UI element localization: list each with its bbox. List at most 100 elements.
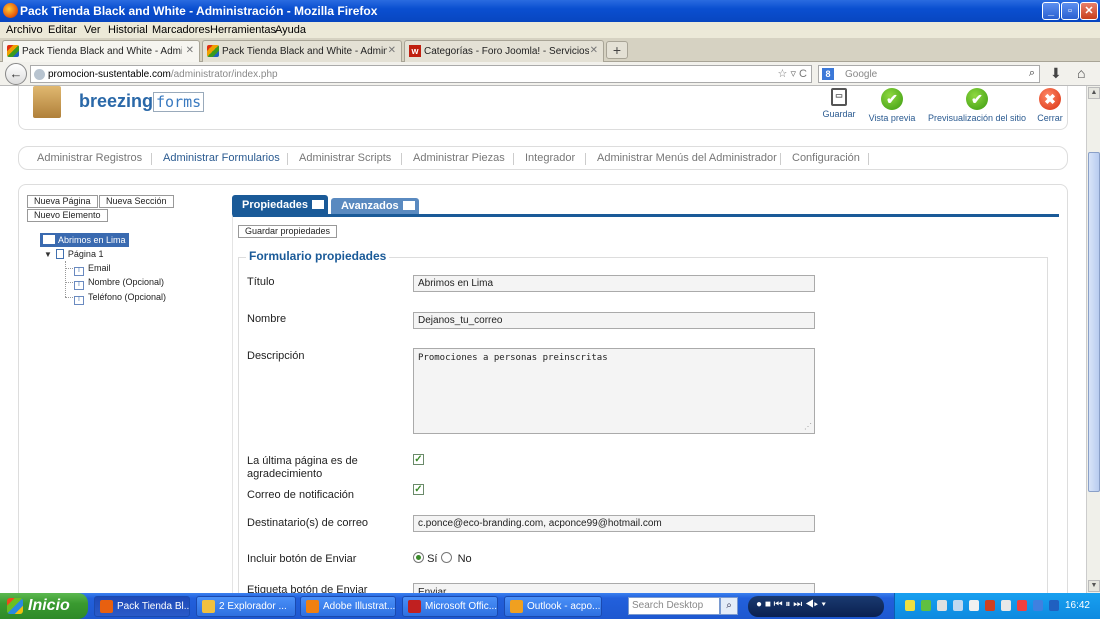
maximize-button[interactable]: ▫ <box>1061 2 1079 20</box>
nombre-label: Nombre <box>247 313 287 325</box>
tree-field-nombre[interactable]: I Nombre (Opcional) <box>74 277 164 290</box>
menu-editar[interactable]: Editar <box>48 24 77 36</box>
search-icon[interactable]: ⌕ <box>720 597 738 615</box>
close-tab-icon[interactable]: ✕ <box>590 45 598 56</box>
minimize-button[interactable]: _ <box>1042 2 1060 20</box>
tree-field-email[interactable]: I Email <box>74 263 111 276</box>
tree-root-form[interactable]: Abrimos en Lima <box>40 233 129 247</box>
menu-ver[interactable]: Ver <box>84 24 101 36</box>
media-controls-text[interactable]: ● ■ ⏮ ⏸ ⏭ ◀▸ ▾ <box>756 599 826 610</box>
media-player-controls[interactable]: ● ■ ⏮ ⏸ ⏭ ◀▸ ▾ <box>748 596 884 617</box>
tray-icon[interactable] <box>985 600 995 611</box>
destinatarios-input[interactable]: c.ponce@eco-branding.com, acponce99@hotm… <box>413 515 815 532</box>
titulo-input[interactable]: Abrimos en Lima <box>413 275 815 292</box>
system-tray: 16:42 <box>894 593 1100 619</box>
resize-grip-icon[interactable]: ⋰ <box>804 422 812 431</box>
save-icon: ▭ <box>831 88 847 106</box>
correo-notificacion-checkbox[interactable]: ✓ <box>413 484 424 495</box>
site-identity-icon[interactable] <box>34 69 45 80</box>
preview-button[interactable]: ✔ Vista previa <box>865 88 919 123</box>
close-button[interactable]: ✖ Cerrar <box>1033 88 1067 123</box>
browser-tab-3[interactable]: w Categorías - Foro Joomla! - Servicios … <box>404 40 604 62</box>
browser-tab-2[interactable]: Pack Tienda Black and White - Administra… <box>202 40 402 62</box>
menu-administrar-menus[interactable]: Administrar Menús del Administrador <box>597 152 777 164</box>
tray-icon[interactable] <box>969 600 979 611</box>
etiqueta-enviar-input[interactable]: Enviar <box>413 583 815 593</box>
menu-administrar-registros[interactable]: Administrar Registros <box>37 152 142 164</box>
new-element-button[interactable]: Nuevo Elemento <box>27 209 108 222</box>
search-engine-icon[interactable]: 8 <box>822 68 834 80</box>
expand-icon[interactable]: ▼ <box>44 250 52 259</box>
start-button[interactable]: Inicio <box>0 593 88 619</box>
window-title-bar: Pack Tienda Black and White - Administra… <box>0 0 1100 22</box>
menu-administrar-formularios[interactable]: Administrar Formularios <box>163 152 280 164</box>
menu-herramientas[interactable]: Herramientas <box>210 24 276 36</box>
taskbar-item-explorer[interactable]: 2 Explorador ... <box>196 596 296 617</box>
close-window-button[interactable]: ✕ <box>1080 2 1098 20</box>
menu-ayuda[interactable]: Ayuda <box>275 24 306 36</box>
search-icon[interactable]: ⌕ <box>1029 67 1035 80</box>
site-preview-label: Previsualización del sitio <box>927 113 1027 123</box>
desktop-search-input[interactable]: Search Desktop <box>628 597 720 615</box>
browser-tab-bar: Pack Tienda Black and White - Administra… <box>0 38 1100 62</box>
tray-icon[interactable] <box>1049 600 1059 611</box>
url-bar[interactable]: promocion-sustentable.com/administrator/… <box>30 65 812 83</box>
titulo-label: Título <box>247 276 275 288</box>
save-properties-button[interactable]: Guardar propiedades <box>238 225 338 238</box>
joomla-icon <box>207 45 219 57</box>
text-field-icon: I <box>74 281 84 290</box>
new-section-button[interactable]: Nueva Sección <box>99 195 174 208</box>
folder-icon <box>202 600 215 613</box>
office-icon <box>408 600 421 613</box>
new-page-button[interactable]: Nueva Página <box>27 195 98 208</box>
scroll-down-icon[interactable]: ▼ <box>1088 580 1100 592</box>
taskbar-item-outlook[interactable]: Outlook - acpo... <box>504 596 602 617</box>
save-button[interactable]: ▭ Guardar <box>819 88 859 119</box>
tray-icon[interactable] <box>905 600 915 611</box>
scroll-up-icon[interactable]: ▲ <box>1088 87 1100 99</box>
scroll-thumb[interactable] <box>1088 152 1100 492</box>
volume-icon[interactable] <box>1001 600 1011 611</box>
save-label: Guardar <box>822 109 856 119</box>
radio-si[interactable] <box>413 552 424 563</box>
menu-marcadores[interactable]: Marcadores <box>152 24 210 36</box>
home-icon[interactable]: ⌂ <box>1077 65 1085 81</box>
menu-configuracion[interactable]: Configuración <box>792 152 860 164</box>
search-bar[interactable]: 8 Google ⌕ <box>818 65 1040 83</box>
tray-icon[interactable] <box>953 600 963 611</box>
firefox-icon <box>100 600 113 613</box>
menu-administrar-scripts[interactable]: Administrar Scripts <box>299 152 391 164</box>
tab-propiedades[interactable]: Propiedades <box>232 195 328 216</box>
menu-integrador[interactable]: Integrador <box>525 152 575 164</box>
download-icon[interactable]: ⬇ <box>1050 65 1062 82</box>
url-tools-icons[interactable]: ☆ ▿ C <box>778 67 807 80</box>
ultima-pagina-checkbox[interactable]: ✓ <box>413 454 424 465</box>
browser-tab-1[interactable]: Pack Tienda Black and White - Administra… <box>2 40 200 62</box>
close-tab-icon[interactable]: ✕ <box>388 45 396 56</box>
descripcion-textarea[interactable]: Promociones a personas preinscritas ⋰ <box>413 348 815 434</box>
close-tab-icon[interactable]: ✕ <box>186 45 194 56</box>
new-tab-button[interactable]: + <box>606 41 628 59</box>
tray-icon[interactable] <box>1017 600 1027 611</box>
taskbar-item-illustrator[interactable]: Adobe Illustrat... <box>300 596 396 617</box>
menu-administrar-piezas[interactable]: Administrar Piezas <box>413 152 505 164</box>
windows-taskbar: Inicio Pack Tienda Bl... 2 Explorador ..… <box>0 593 1100 619</box>
tree-page-1[interactable]: ▼ Página 1 <box>44 249 103 259</box>
radio-no-label: No <box>457 553 472 565</box>
tray-icon[interactable] <box>921 600 931 611</box>
tab-avanzados[interactable]: Avanzados <box>331 198 419 215</box>
text-field-icon: I <box>74 267 84 276</box>
radio-no[interactable] <box>440 552 452 563</box>
taskbar-item-firefox[interactable]: Pack Tienda Bl... <box>94 596 190 617</box>
back-button[interactable]: ← <box>5 63 27 85</box>
menu-archivo[interactable]: Archivo <box>6 24 43 36</box>
tray-icon[interactable] <box>937 600 947 611</box>
list-icon <box>402 201 415 210</box>
site-preview-button[interactable]: ✔ Previsualización del sitio <box>927 88 1027 123</box>
tree-field-telefono[interactable]: I Teléfono (Opcional) <box>74 292 166 305</box>
page-scrollbar[interactable]: ▲ ▼ <box>1086 86 1100 593</box>
tray-icon[interactable] <box>1033 600 1043 611</box>
menu-historial[interactable]: Historial <box>108 24 148 36</box>
taskbar-item-office[interactable]: Microsoft Offic... <box>402 596 498 617</box>
nombre-input[interactable]: Dejanos_tu_correo <box>413 312 815 329</box>
